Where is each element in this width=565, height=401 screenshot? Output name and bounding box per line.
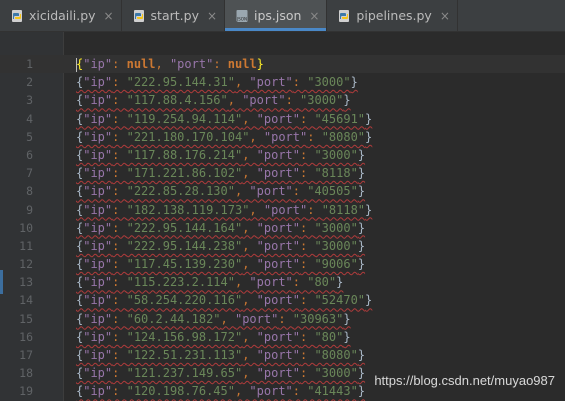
line-number: 16 [19,329,33,344]
code-line[interactable]: 13 {"ip": "115.223.2.114", "port": "80"} [0,273,565,291]
line-content: {"ip": "122.51.231.113", "port": "8080"} [76,348,366,362]
close-icon[interactable]: × [439,9,451,23]
line-content: {"ip": null, "port": null} [76,57,264,72]
code-line[interactable]: 7 {"ip": "171.221.86.102", "port": "8118"… [0,164,565,182]
line-number: 7 [26,166,33,181]
line-content: {"ip": "120.198.76.45", "port": "41443"} [76,384,366,399]
code-line[interactable]: 8 {"ip": "222.85.28.130", "port": "40505"… [0,182,565,200]
tab-pipelines-py[interactable]: pipelines.py × [327,0,458,31]
line-content: {"ip": "60.2.44.182", "port": "30963"} [76,311,351,326]
tab-xicidaili-py[interactable]: xicidaili.py × [0,0,122,31]
line-number: 3 [26,93,33,108]
line-number: 10 [19,220,33,235]
line-number: 15 [19,311,33,326]
line-number: 11 [19,238,33,253]
line-content: {"ip": "222.85.28.130", "port": "40505"} [76,184,366,199]
code-editor[interactable]: 1 {"ip": null, "port": null} 2 {"ip": "22… [0,32,565,401]
line-content: {"ip": "222.95.144.31", "port": "3000"} [76,75,358,90]
line-content: {"ip": "115.223.2.114", "port": "80"} [76,275,344,290]
close-icon[interactable]: × [206,9,218,23]
line-number: 9 [26,202,33,217]
line-content: {"ip": "221.180.170.104", "port": "8080"… [76,129,373,144]
line-content: {"ip": "119.254.94.114", "port": "45691"… [76,111,373,126]
code-lines: 2 {"ip": "222.95.144.31", "port": "3000"}… [0,73,565,400]
code-line[interactable]: 17 {"ip": "122.51.231.113", "port": "8080… [0,346,565,364]
json-file-icon: JSON [236,9,248,22]
tab-ips-json[interactable]: JSON ips.json × [224,0,328,31]
tab-label: xicidaili.py [29,8,96,23]
code-line[interactable]: 5 {"ip": "221.180.170.104", "port": "8080… [0,128,565,146]
line-number: 5 [26,129,33,144]
line-content: {"ip": "222.95.144.164", "port": "3000"} [76,220,366,235]
line-content: {"ip": "124.156.98.172", "port": "80"} [76,329,351,344]
line-content: {"ip": "222.95.144.238", "port": "3000"} [76,238,366,253]
json-icon-text: JSON [236,16,247,21]
editor-tab-bar: xicidaili.py × start.py × JSON ips.json … [0,0,565,32]
ide-window: xicidaili.py × start.py × JSON ips.json … [0,0,565,401]
line-number: 18 [19,366,33,381]
line-number: 1 [26,57,33,71]
line-number: 6 [26,147,33,162]
tab-label: ips.json [253,8,302,23]
line-content: {"ip": "182.138.119.173", "port": "8118"… [76,202,373,217]
line-content: {"ip": "171.221.86.102", "port": "8118"} [76,166,366,181]
line-number: 14 [19,293,33,308]
code-line[interactable]: 4 {"ip": "119.254.94.114", "port": "45691… [0,110,565,128]
python-file-icon [339,9,350,22]
python-file-icon [12,9,22,22]
watermark: https://blog.csdn.net/muyao987 [374,373,555,388]
code-line-1[interactable]: 1 {"ip": null, "port": null} [0,55,565,74]
line-number: 2 [26,75,33,90]
line-number: 17 [19,348,33,362]
code-line[interactable]: 2 {"ip": "222.95.144.31", "port": "3000"} [0,73,565,91]
line-number: 19 [19,384,33,399]
tab-label: start.py [150,8,199,23]
code-line[interactable]: 10 {"ip": "222.95.144.164", "port": "3000… [0,219,565,237]
code-line[interactable]: 9 {"ip": "182.138.119.173", "port": "8118… [0,201,565,219]
line-content: {"ip": "121.237.149.65", "port": "3000"} [76,366,366,381]
line-content: {"ip": "117.88.176.214", "port": "3000"} [76,147,366,162]
code-line[interactable]: 16 {"ip": "124.156.98.172", "port": "80"} [0,328,565,346]
line-content: {"ip": "117.45.139.230", "port": "9006"} [76,257,366,272]
code-line[interactable]: 12 {"ip": "117.45.139.230", "port": "9006… [0,255,565,273]
line-number: 4 [26,111,33,126]
code-line[interactable]: 14 {"ip": "58.254.220.116", "port": "5247… [0,291,565,309]
line-content: {"ip": "58.254.220.116", "port": "52470"… [76,293,373,308]
tab-start-py[interactable]: start.py × [122,0,225,31]
line-number: 13 [19,275,33,290]
code-line[interactable]: 3 {"ip": "117.88.4.156", "port": "3000"} [0,91,565,109]
close-icon[interactable]: × [103,9,115,23]
editor-top-padding [0,32,565,55]
python-file-icon [133,9,144,22]
code-line[interactable]: 11 {"ip": "222.95.144.238", "port": "3000… [0,237,565,255]
line-number: 12 [19,257,33,272]
tab-label: pipelines.py [356,8,432,23]
line-content: {"ip": "117.88.4.156", "port": "3000"} [76,93,351,108]
close-icon[interactable]: × [308,9,320,23]
code-line[interactable]: 15 {"ip": "60.2.44.182", "port": "30963"} [0,310,565,328]
line-number: 8 [26,184,33,199]
code-line[interactable]: 6 {"ip": "117.88.176.214", "port": "3000"… [0,146,565,164]
